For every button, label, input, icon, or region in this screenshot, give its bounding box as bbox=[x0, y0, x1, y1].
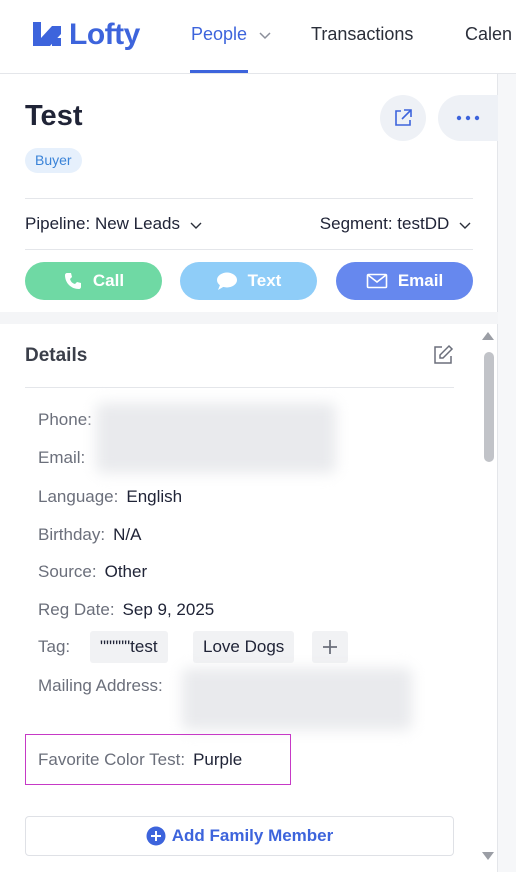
tag-label: Tag: bbox=[38, 637, 71, 656]
add-tag-button[interactable] bbox=[312, 631, 348, 663]
nav-active-indicator bbox=[190, 70, 248, 73]
details-scrollbar[interactable] bbox=[480, 330, 496, 870]
segment-dropdown[interactable]: Segment: testDD bbox=[320, 214, 472, 234]
email-button[interactable]: Email bbox=[336, 262, 473, 300]
mail-icon bbox=[366, 273, 388, 289]
share-icon bbox=[395, 109, 412, 126]
phone-icon bbox=[64, 273, 81, 289]
birthday-label: Birthday: bbox=[38, 525, 106, 544]
divider bbox=[25, 387, 454, 388]
right-content-area bbox=[498, 74, 516, 872]
share-button[interactable] bbox=[380, 95, 426, 141]
pipeline-label: Pipeline: bbox=[25, 214, 91, 233]
reg-date-label: Reg Date: bbox=[38, 600, 115, 619]
source-label: Source: bbox=[38, 562, 97, 581]
reg-date-value: Sep 9, 2025 bbox=[122, 600, 215, 619]
lead-name: Test bbox=[25, 100, 83, 132]
phone-label: Phone: bbox=[38, 410, 92, 429]
mailing-address-row: Mailing Address: bbox=[38, 676, 163, 696]
language-row: Language: English bbox=[38, 487, 182, 507]
birthday-value: N/A bbox=[113, 525, 142, 544]
lofty-logo-icon bbox=[33, 22, 61, 46]
pipeline-dropdown[interactable]: Pipeline: New Leads bbox=[25, 214, 203, 234]
pipeline-value: New Leads bbox=[94, 214, 181, 233]
favorite-color-field[interactable]: Favorite Color Test: Purple bbox=[25, 734, 291, 785]
favorite-color-value: Purple bbox=[193, 750, 243, 769]
top-navigation-bar: Lofty People Transactions Calen bbox=[0, 0, 516, 74]
source-value: Other bbox=[104, 562, 148, 581]
favorite-color-row: Favorite Color Test: Purple bbox=[38, 750, 242, 770]
divider bbox=[25, 249, 473, 250]
chat-bubble-icon bbox=[216, 272, 237, 290]
redacted-mailing-address bbox=[182, 668, 412, 730]
chevron-down-icon bbox=[459, 222, 471, 229]
favorite-color-label: Favorite Color Test: bbox=[38, 750, 186, 769]
email-button-label: Email bbox=[397, 271, 444, 290]
plus-circle-icon bbox=[146, 826, 166, 846]
add-family-member-label: Add Family Member bbox=[171, 826, 334, 845]
birthday-row: Birthday: N/A bbox=[38, 525, 141, 545]
reg-date-row: Reg Date: Sep 9, 2025 bbox=[38, 600, 214, 620]
redacted-contact-info bbox=[96, 403, 336, 473]
email-row: Email: bbox=[38, 448, 85, 468]
source-row: Source: Other bbox=[38, 562, 147, 582]
add-family-member-button[interactable]: Add Family Member bbox=[25, 816, 454, 856]
nav-transactions[interactable]: Transactions bbox=[311, 24, 413, 45]
edit-icon bbox=[434, 344, 454, 364]
tag-chip[interactable]: """""test bbox=[90, 631, 168, 663]
section-separator bbox=[0, 312, 498, 324]
chevron-down-icon bbox=[190, 222, 202, 229]
text-button-label: Text bbox=[247, 271, 282, 290]
more-dots-icon bbox=[456, 115, 480, 121]
segment-value: testDD bbox=[397, 214, 450, 233]
scroll-up-arrow[interactable] bbox=[482, 332, 494, 340]
segment-label: Segment: bbox=[319, 214, 393, 233]
mailing-address-label: Mailing Address: bbox=[38, 676, 163, 695]
email-label: Email: bbox=[38, 448, 86, 467]
nav-calendar[interactable]: Calen bbox=[465, 24, 512, 45]
plus-icon bbox=[323, 640, 337, 654]
chevron-down-icon bbox=[259, 32, 271, 40]
scroll-down-arrow[interactable] bbox=[482, 852, 494, 860]
phone-row: Phone: bbox=[38, 410, 92, 430]
language-value: English bbox=[126, 487, 183, 506]
tag-row-label: Tag: bbox=[38, 637, 70, 657]
call-button[interactable]: Call bbox=[25, 262, 162, 300]
text-button[interactable]: Text bbox=[180, 262, 317, 300]
edit-details-button[interactable] bbox=[432, 344, 454, 371]
divider bbox=[25, 198, 473, 199]
lead-type-badge: Buyer bbox=[25, 148, 82, 173]
call-button-label: Call bbox=[92, 271, 125, 290]
details-section-title: Details bbox=[25, 345, 88, 366]
nav-people[interactable]: People bbox=[191, 24, 272, 45]
language-label: Language: bbox=[38, 487, 119, 506]
lofty-logo[interactable]: Lofty bbox=[30, 18, 140, 52]
scroll-thumb[interactable] bbox=[484, 352, 494, 462]
logo-text: Lofty bbox=[69, 18, 140, 51]
more-options-button[interactable] bbox=[438, 95, 498, 141]
tag-chip[interactable]: Love Dogs bbox=[193, 631, 295, 663]
nav-people-label: People bbox=[191, 24, 248, 44]
